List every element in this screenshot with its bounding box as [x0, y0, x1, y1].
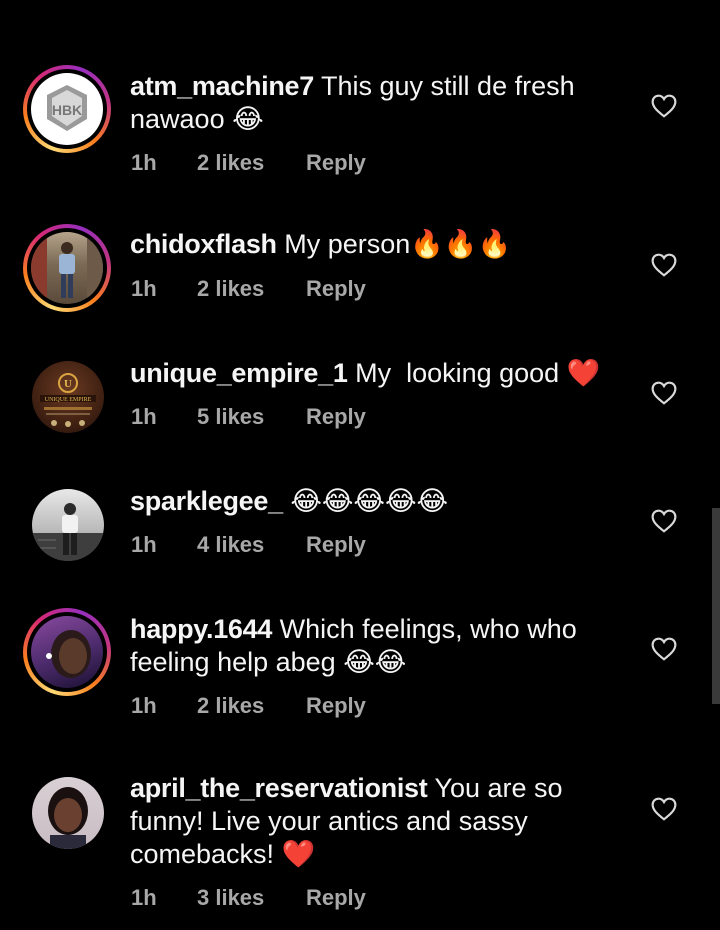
comment-likes[interactable]: 5 likes — [197, 404, 306, 430]
heart-outline-icon[interactable] — [651, 509, 677, 533]
comment-meta: 1h 2 likes Reply — [131, 693, 366, 719]
comment-username[interactable]: happy.1644 — [130, 614, 272, 644]
reply-button[interactable]: Reply — [306, 150, 366, 176]
comment-body: My looking good — [347, 358, 567, 388]
comment-time: 1h — [131, 532, 157, 557]
comment-meta: 1h 2 likes Reply — [131, 276, 366, 302]
scrollbar[interactable] — [712, 508, 720, 704]
comment-username[interactable]: sparklegee_ — [130, 486, 283, 516]
avatar[interactable] — [23, 608, 111, 696]
reply-button[interactable]: Reply — [306, 276, 366, 302]
comment-time: 1h — [131, 150, 157, 175]
heart-outline-icon[interactable] — [651, 253, 677, 277]
emoji: 😂 — [232, 104, 264, 135]
comment-time: 1h — [131, 404, 157, 429]
avatar[interactable] — [23, 480, 111, 568]
comment-likes[interactable]: 4 likes — [197, 532, 306, 558]
reply-button[interactable]: Reply — [306, 532, 366, 558]
comment-time: 1h — [131, 276, 157, 301]
comment-time: 1h — [131, 693, 157, 718]
comment-username[interactable]: atm_machine7 — [130, 71, 314, 101]
avatar[interactable] — [23, 224, 111, 312]
comment-username[interactable]: chidoxflash — [130, 229, 277, 259]
comment-body: My person — [276, 229, 411, 259]
heart-outline-icon[interactable] — [651, 381, 677, 405]
comment-meta: 1h 4 likes Reply — [131, 532, 366, 558]
avatar[interactable]: HBK — [23, 65, 111, 153]
comment-username[interactable]: april_the_reservationist — [130, 773, 428, 803]
unique-empire-logo-icon: U UNIQUE EMPIRE — [40, 373, 96, 427]
hbk-logo-icon: HBK — [47, 85, 87, 131]
person-photo-icon — [31, 232, 103, 304]
comment-text: happy.1644 Which feelings, who who feeli… — [130, 613, 630, 679]
emoji: 😂😂 — [343, 647, 407, 678]
emoji: ❤️ — [566, 358, 601, 389]
comment-likes[interactable]: 2 likes — [197, 693, 306, 719]
comment-likes[interactable]: 2 likes — [197, 150, 306, 176]
comment-meta: 1h 2 likes Reply — [131, 150, 366, 176]
comment-text: april_the_reservationist You are so funn… — [130, 772, 630, 871]
comment-text: atm_machine7 This guy still de fresh naw… — [130, 70, 630, 136]
heart-outline-icon[interactable] — [651, 637, 677, 661]
avatar[interactable]: U UNIQUE EMPIRE — [23, 352, 111, 440]
reply-button[interactable]: Reply — [306, 693, 366, 719]
comment-time: 1h — [131, 885, 157, 910]
heart-outline-icon[interactable] — [651, 797, 677, 821]
comment-username[interactable]: unique_empire_1 — [130, 358, 348, 388]
comment-text: chidoxflash My person🔥🔥🔥 — [130, 228, 630, 261]
comment-likes[interactable]: 3 likes — [197, 885, 306, 911]
svg-text:HBK: HBK — [52, 102, 82, 118]
emoji: 🔥🔥🔥 — [410, 229, 512, 260]
emoji: ❤️ — [281, 839, 316, 870]
person-photo-icon — [46, 630, 91, 678]
reply-button[interactable]: Reply — [306, 404, 366, 430]
svg-text:UNIQUE EMPIRE: UNIQUE EMPIRE — [45, 397, 92, 403]
comment-text: sparklegee_ 😂😂😂😂😂 — [130, 485, 630, 518]
comment-meta: 1h 5 likes Reply — [131, 404, 366, 430]
person-photo-icon — [32, 503, 104, 561]
person-photo-icon — [48, 787, 88, 849]
svg-text:U: U — [64, 378, 72, 390]
comment-text: unique_empire_1 My looking good ❤️ — [130, 357, 630, 390]
reply-button[interactable]: Reply — [306, 885, 366, 911]
comment-likes[interactable]: 2 likes — [197, 276, 306, 302]
emoji: 😂😂😂😂😂 — [290, 486, 449, 517]
heart-outline-icon[interactable] — [651, 94, 677, 118]
avatar[interactable] — [23, 768, 111, 856]
comment-meta: 1h 3 likes Reply — [131, 885, 366, 911]
